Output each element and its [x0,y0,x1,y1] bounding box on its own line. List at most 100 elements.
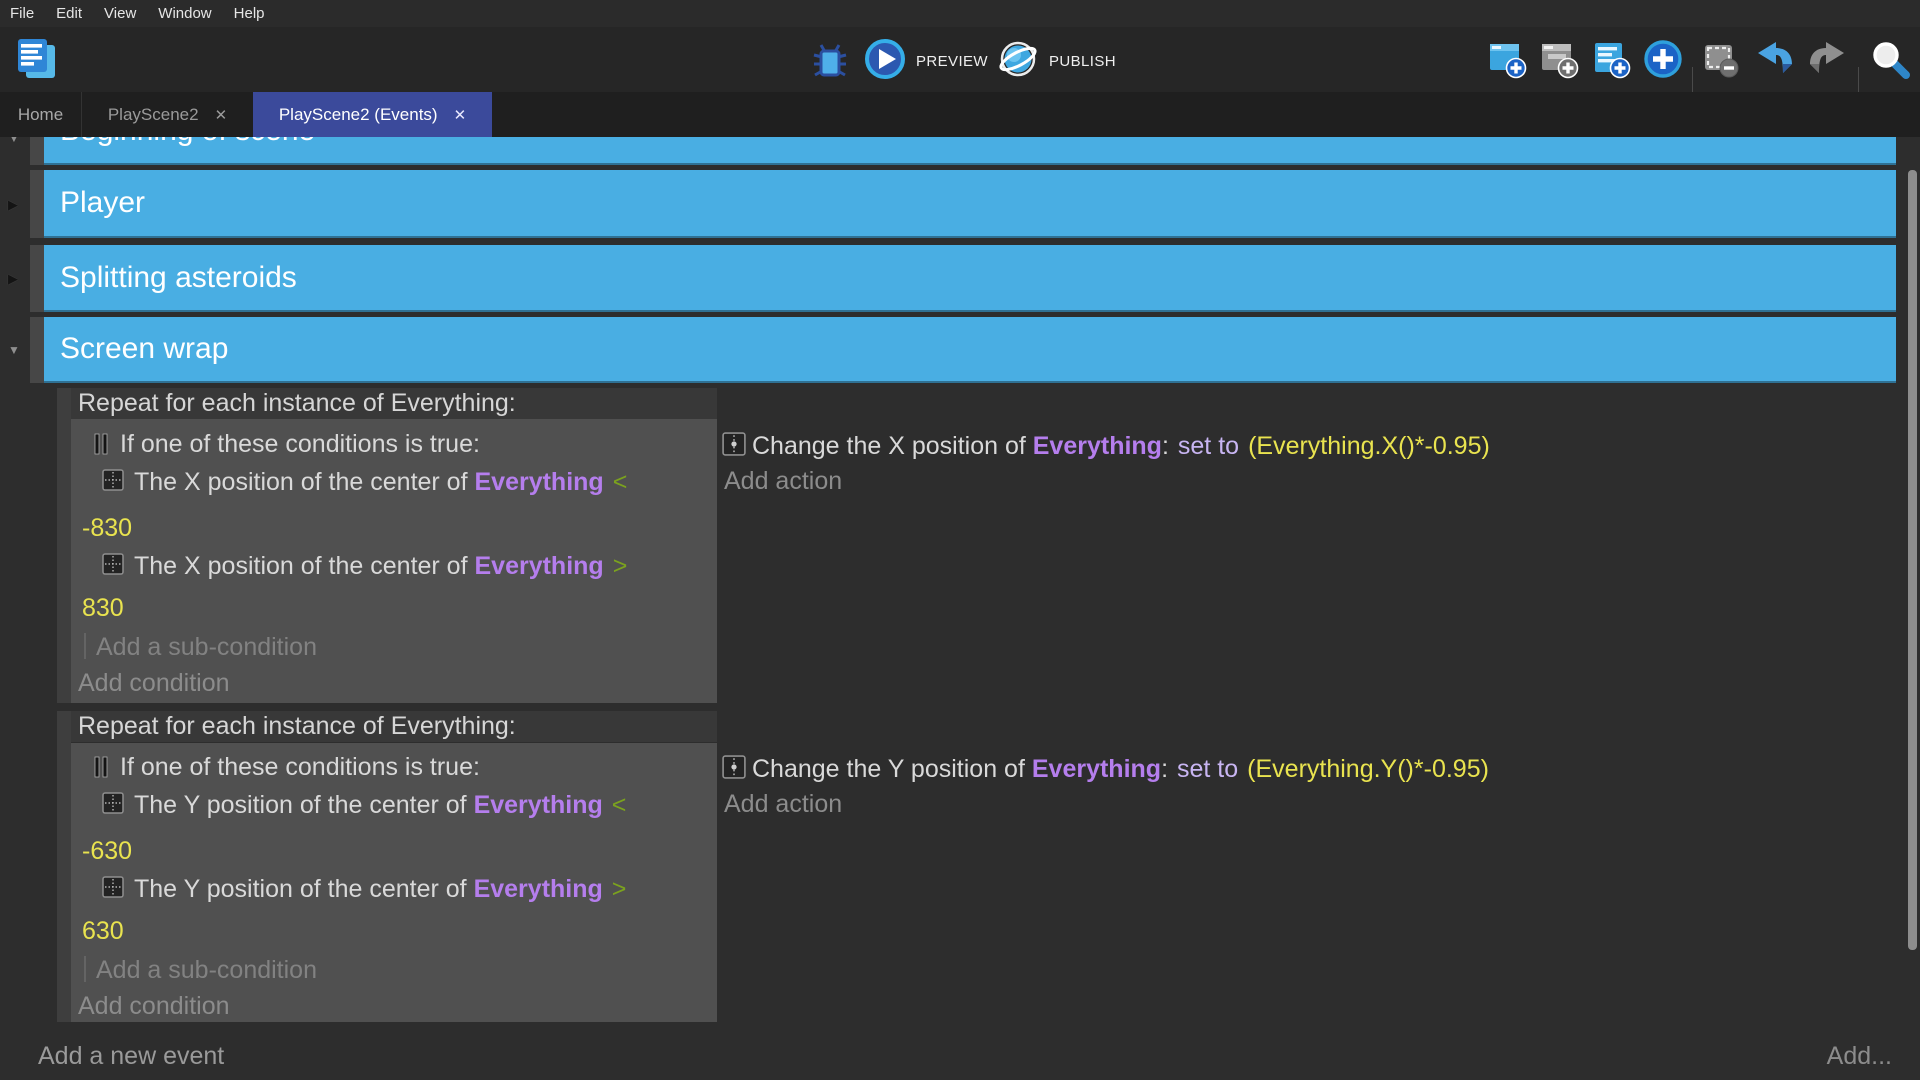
add-sub-event-button[interactable] [1540,40,1580,85]
add-circle-icon [1642,38,1684,85]
condition-operator: < [612,791,627,819]
or-operator-icon[interactable] [92,433,114,455]
tab-playscene2-events-close-icon[interactable]: ✕ [454,106,467,124]
position-action-icon[interactable] [722,432,744,454]
menu-item-window[interactable]: Window [158,5,211,22]
menu-item-view[interactable]: View [104,5,136,22]
action-expression: (Everything.X()*-0.95) [1248,432,1490,460]
remove-selection-icon [1702,40,1742,85]
publish-label: PUBLISH [1049,53,1116,70]
remove-selection-button[interactable] [1702,40,1742,85]
group-header-beginning-of-scene[interactable]: Beginning of scene [44,137,1896,165]
add-sub-condition-link[interactable]: Add a sub-condition [96,631,317,664]
undo-button[interactable] [1754,40,1796,83]
preview-button[interactable]: PREVIEW [864,38,988,85]
search-button[interactable] [1868,38,1912,87]
group-gutter [30,137,44,165]
or-operator-icon[interactable] [92,756,114,778]
group-header-screen-wrap[interactable]: Screen wrap [44,317,1896,383]
condition-row[interactable]: The X position of the center of Everythi… [134,465,627,499]
object-name: Everything [474,791,603,819]
add-new-event-link[interactable]: Add a new event [38,1040,224,1073]
publish-button[interactable]: PUBLISH [997,38,1116,85]
add-more-button[interactable] [1642,38,1684,85]
gdevelop-logo-icon [15,36,59,87]
object-name: Everything [1032,755,1161,783]
debugger-button[interactable] [812,42,848,85]
tab-playscene2-events-label: PlayScene2 (Events) [279,105,438,125]
condition-value-line[interactable]: 830 [82,591,124,625]
event-indent-bar [57,388,71,703]
group-gutter [30,317,44,383]
add-condition-link[interactable]: Add condition [78,990,230,1023]
add-action-link[interactable]: Add action [724,465,842,498]
group-gutter [30,245,44,312]
event-indent-bar [57,711,71,1022]
object-name: Everything [1033,432,1162,460]
condition-value: -630 [82,837,132,865]
action-separator: : [1161,755,1168,783]
position-action-icon[interactable] [722,755,744,777]
group-caret-beginning-icon[interactable]: ▼ [8,137,20,145]
condition-text: The Y position of the center of [134,791,474,819]
vertical-scrollbar-thumb[interactable] [1908,170,1917,950]
add-condition-link[interactable]: Add condition [78,667,230,700]
tab-playscene2-events[interactable]: PlayScene2 (Events) ✕ [253,92,492,137]
debugger-bug-icon [812,42,848,85]
position-icon[interactable] [102,792,124,814]
tab-playscene2[interactable]: PlayScene2 ✕ [81,92,253,137]
or-condition-header[interactable]: If one of these conditions is true: [120,427,480,461]
add-sub-event-icon [1540,40,1580,85]
action-row[interactable]: Change the Y position of Everything:set … [752,752,1489,786]
add-sub-condition-link[interactable]: Add a sub-condition [96,954,317,987]
condition-row[interactable]: The X position of the center of Everythi… [134,549,627,583]
group-title: Splitting asteroids [60,245,297,310]
add-event-icon [1488,40,1528,85]
condition-text: The X position of the center of [134,552,474,580]
repeat-event-row[interactable]: Repeat for each instance of Everything: [71,711,717,742]
group-caret-splitting-icon[interactable]: ▶ [8,271,18,287]
group-header-player[interactable]: Player [44,170,1896,238]
gdevelop-window: File Edit View Window Help [0,0,1920,1080]
group-title: Screen wrap [60,317,228,381]
position-icon[interactable] [102,469,124,491]
undo-icon [1754,40,1796,83]
condition-row[interactable]: The Y position of the center of Everythi… [134,872,626,906]
redo-button[interactable] [1806,40,1848,83]
condition-value-line[interactable]: 630 [82,914,124,948]
action-text: Change the X position of [752,432,1033,460]
object-name: Everything [474,552,603,580]
add-event-button[interactable] [1488,40,1528,85]
toolbar: PREVIEW PUBLISH [0,27,1920,92]
position-icon[interactable] [102,876,124,898]
add-comment-icon [1592,40,1632,85]
condition-row[interactable]: The Y position of the center of Everythi… [134,788,626,822]
tab-playscene2-label: PlayScene2 [108,105,199,125]
condition-text: The Y position of the center of [134,875,474,903]
menu-item-edit[interactable]: Edit [56,5,82,22]
tab-playscene2-close-icon[interactable]: ✕ [215,106,228,124]
add-comment-button[interactable] [1592,40,1632,85]
condition-value-line[interactable]: -830 [82,511,132,545]
condition-value-line[interactable]: -630 [82,834,132,868]
repeat-event-row[interactable]: Repeat for each instance of Everything: [71,388,717,419]
group-header-splitting-asteroids[interactable]: Splitting asteroids [44,245,1896,312]
add-action-link[interactable]: Add action [724,788,842,821]
position-icon[interactable] [102,553,124,575]
gdevelop-logo-button[interactable] [15,36,59,87]
menu-item-help[interactable]: Help [234,5,265,22]
preview-label: PREVIEW [916,53,988,70]
tab-home[interactable]: Home [0,92,81,137]
action-expression: (Everything.Y()*-0.95) [1247,755,1489,783]
or-condition-header[interactable]: If one of these conditions is true: [120,750,480,784]
condition-operator: < [613,468,628,496]
action-row[interactable]: Change the X position of Everything:set … [752,429,1490,463]
menu-item-file[interactable]: File [10,5,34,22]
action-set-to: set to [1177,755,1238,783]
group-caret-player-icon[interactable]: ▶ [8,197,18,213]
add-more-events-link[interactable]: Add... [1827,1040,1892,1073]
condition-operator: > [613,552,628,580]
group-title: Player [60,170,145,236]
group-caret-screen-wrap-icon[interactable]: ▼ [8,343,20,357]
group-title: Beginning of scene [60,137,315,165]
